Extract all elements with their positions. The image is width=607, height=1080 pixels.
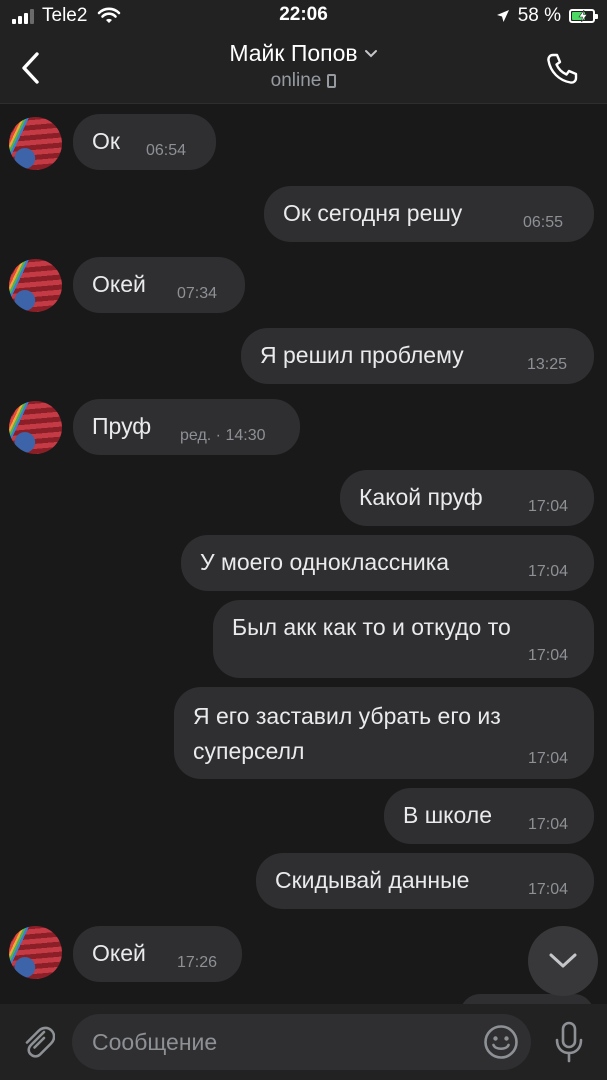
message-text: Был акк как то и откудо то xyxy=(232,614,511,640)
message-text: Окей xyxy=(92,271,146,297)
contact-name: Майк Попов xyxy=(229,40,358,66)
message-bubble[interactable]: В школе 17:04 xyxy=(384,788,594,844)
message-text: Я решил проблему xyxy=(260,342,464,368)
message-bubble[interactable]: У моего одноклассника 17:04 xyxy=(181,535,594,591)
message-bubble[interactable]: Какой пруф 17:04 xyxy=(340,470,594,526)
message-input[interactable] xyxy=(92,1014,472,1070)
smile-icon xyxy=(484,1025,518,1059)
message-bubble[interactable]: Скидывай данные 17:04 xyxy=(256,853,594,909)
emoji-button[interactable] xyxy=(482,1023,520,1061)
battery-percent: 58 % xyxy=(517,5,561,26)
chevron-down-icon xyxy=(364,49,377,57)
message-text: Какой пруф xyxy=(359,484,483,510)
message-time: 06:55 xyxy=(523,214,564,231)
chat-header: Майк Попов online xyxy=(0,34,607,104)
message-text: Ок сегодня решу xyxy=(283,200,463,226)
message-time: 17:26 xyxy=(177,954,218,971)
location-arrow-icon xyxy=(496,10,509,22)
message-bubble[interactable]: Был акк как то и откудо то 17:04 xyxy=(213,600,594,678)
mobile-device-icon xyxy=(327,74,337,88)
message-text: Пруф xyxy=(92,413,152,439)
message-text: Ок xyxy=(92,128,120,154)
contact-avatar[interactable] xyxy=(9,401,62,454)
message-bubble[interactable]: Я его заставил убрать его из суперселл 1… xyxy=(174,687,594,779)
contact-title[interactable]: Майк Попов xyxy=(229,40,377,67)
message-time: 17:04 xyxy=(528,816,569,833)
battery-icon xyxy=(569,9,598,23)
microphone-icon xyxy=(555,1021,583,1063)
message-text: Окей xyxy=(92,940,146,966)
message-time: 13:25 xyxy=(527,356,568,373)
message-bubble[interactable]: Ок сегодня решу 06:55 xyxy=(264,186,594,242)
message-time: 17:04 xyxy=(528,881,569,898)
message-text: Скидывай данные xyxy=(275,867,470,893)
phone-icon xyxy=(547,53,578,84)
message-composer xyxy=(0,1004,607,1080)
voice-message-button[interactable] xyxy=(549,1018,589,1066)
message-bubble[interactable]: Пруф ред. · 14:30 xyxy=(73,399,300,455)
call-button[interactable] xyxy=(543,50,581,88)
message-text: В школе xyxy=(403,802,493,828)
status-bar: Tele2 22:06 58 % xyxy=(0,0,607,34)
message-bubble[interactable]: Окей 07:34 xyxy=(73,257,245,313)
message-bubble[interactable]: Окей 17:26 xyxy=(73,926,242,982)
contact-avatar[interactable] xyxy=(9,259,62,312)
contact-avatar[interactable] xyxy=(9,117,62,170)
contact-status: online xyxy=(270,70,322,91)
message-time: 17:04 xyxy=(528,563,569,580)
message-list[interactable]: Ок 06:54 Ок сегодня решу 06:55 Окей 07:3… xyxy=(0,104,607,1004)
message-time: 17:04 xyxy=(528,647,569,664)
paperclip-icon xyxy=(25,1026,55,1058)
message-time: 06:54 xyxy=(146,142,187,159)
message-text: У моего одноклассника xyxy=(200,549,450,575)
message-time: 07:34 xyxy=(177,285,218,302)
chat-screen: Tele2 22:06 58 % Майк Попов online Ок 06… xyxy=(0,0,607,1080)
message-time: 17:04 xyxy=(528,498,569,515)
message-bubble[interactable]: Ок 06:54 xyxy=(73,114,216,170)
message-text: Я его заставил убрать его из xyxy=(193,703,501,729)
attach-button[interactable] xyxy=(18,1020,58,1064)
message-text: суперселл xyxy=(193,738,305,764)
message-time: ред. · 14:30 xyxy=(180,427,266,444)
chevron-down-icon xyxy=(549,953,577,968)
message-time: 17:04 xyxy=(528,750,569,767)
charging-bolt-icon xyxy=(578,10,588,22)
contact-avatar[interactable] xyxy=(9,926,62,979)
scroll-to-bottom-button[interactable] xyxy=(528,926,598,996)
message-bubble[interactable]: Я решил проблему 13:25 xyxy=(241,328,594,384)
message-input-box[interactable] xyxy=(72,1014,531,1070)
